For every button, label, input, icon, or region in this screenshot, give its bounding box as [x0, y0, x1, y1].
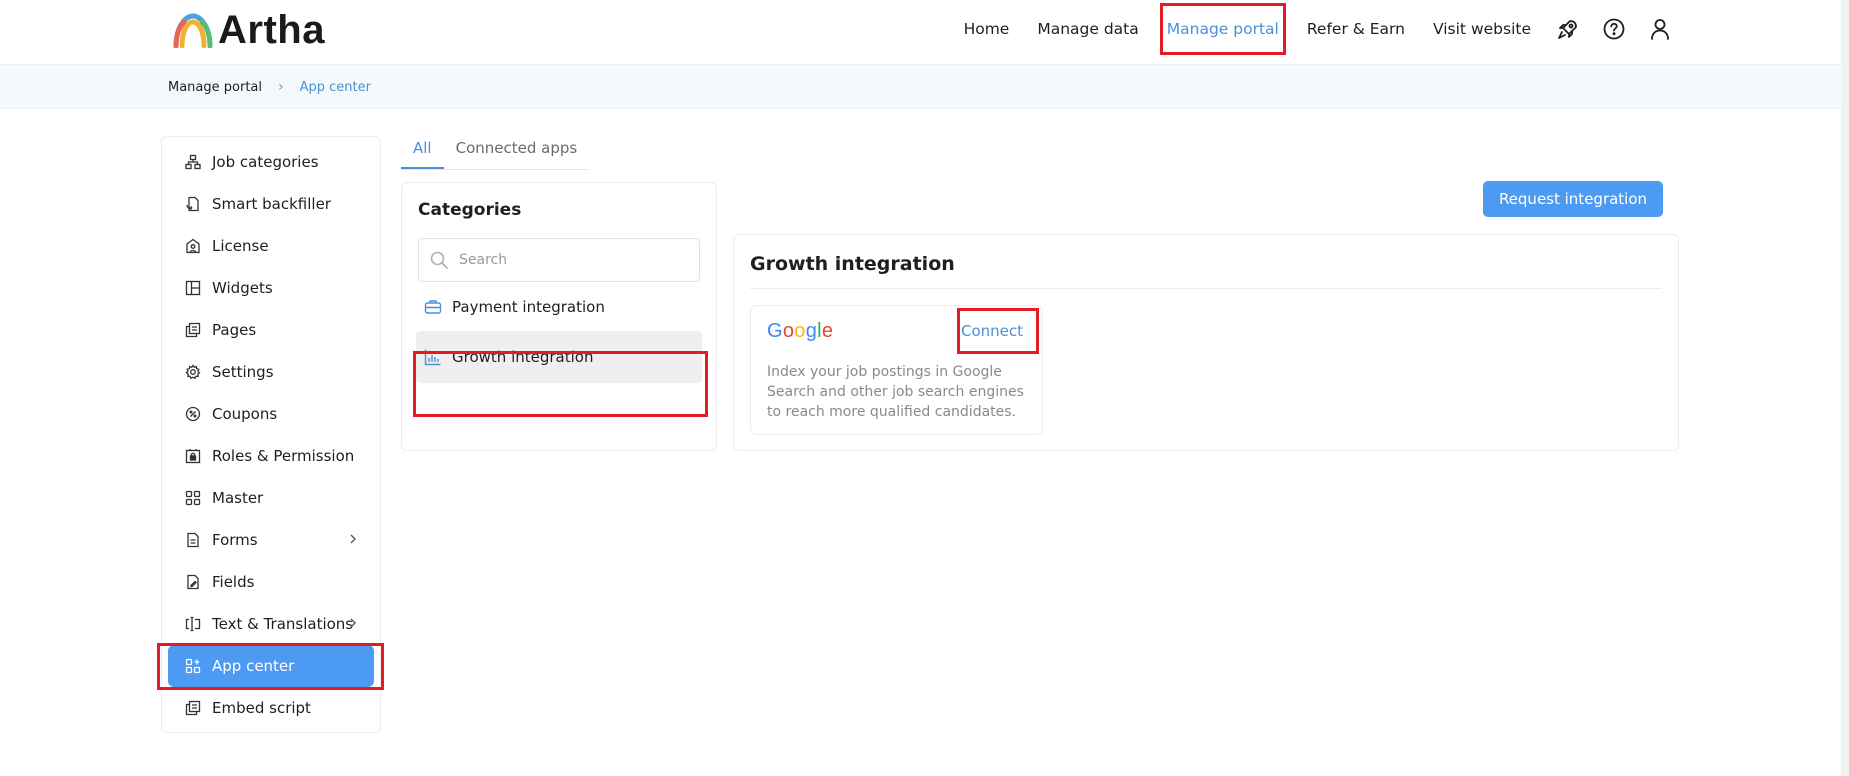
breadcrumb-bar: Manage portal › App center: [0, 64, 1849, 109]
chevron-right-icon: [350, 618, 356, 628]
google-logo: Google: [767, 320, 833, 343]
gear-icon: [184, 363, 202, 381]
divider: [750, 288, 1662, 289]
sidebar-item-text-translations[interactable]: Text & Translations: [168, 603, 374, 645]
embed-icon: [184, 699, 202, 717]
nav-refer-earn[interactable]: Refer & Earn: [1303, 12, 1409, 46]
help-icon[interactable]: [1601, 16, 1627, 42]
category-label: Growth integration: [452, 348, 594, 366]
chevron-right-icon: ›: [278, 79, 284, 95]
sidebar-item-app-center[interactable]: App center: [168, 645, 374, 687]
top-header: Artha Home Manage data Manage portal Ref…: [0, 0, 1849, 64]
sidebar-item-fields[interactable]: Fields: [168, 561, 374, 603]
sidebar-item-label: App center: [212, 657, 295, 675]
google-logo-letter: e: [821, 320, 834, 342]
google-logo-letter: G: [767, 320, 783, 342]
google-logo-letter: g: [805, 320, 818, 342]
sidebar-item-label: License: [212, 237, 269, 255]
sidebar-item-label: Widgets: [212, 279, 273, 297]
roles-icon: [184, 447, 202, 465]
app-tabs: All Connected apps: [401, 133, 590, 170]
search-icon: [430, 251, 448, 269]
sidebar: Job categories Smart backfiller License …: [161, 136, 381, 733]
fields-icon: [184, 573, 202, 591]
google-logo-letter: o: [794, 320, 806, 342]
sidebar-item-job-categories[interactable]: Job categories: [168, 141, 374, 183]
google-app-card: Google Connect Index your job postings i…: [750, 305, 1043, 435]
request-integration-button[interactable]: Request integration: [1483, 181, 1663, 217]
widgets-icon: [184, 279, 202, 297]
breadcrumb: Manage portal › App center: [168, 79, 371, 95]
page-scrollbar[interactable]: [1841, 0, 1849, 776]
tab-connected-apps[interactable]: Connected apps: [444, 133, 590, 169]
top-nav: Home Manage data Manage portal Refer & E…: [960, 0, 1673, 58]
grid-icon: [184, 489, 202, 507]
coupon-icon: [184, 405, 202, 423]
growth-integration-title: Growth integration: [750, 253, 955, 275]
breadcrumb-app-center: App center: [299, 79, 371, 95]
growth-chart-icon: [424, 348, 442, 366]
nav-manage-data[interactable]: Manage data: [1033, 12, 1142, 46]
connect-button[interactable]: Connect: [961, 322, 1023, 340]
category-search-box: [418, 238, 700, 282]
sidebar-item-label: Master: [212, 489, 264, 507]
sidebar-item-embed-script[interactable]: Embed script: [168, 687, 374, 729]
license-icon: [184, 237, 202, 255]
sidebar-item-label: Smart backfiller: [212, 195, 331, 213]
sidebar-item-label: Job categories: [212, 153, 319, 171]
sidebar-item-widgets[interactable]: Widgets: [168, 267, 374, 309]
nav-visit-website[interactable]: Visit website: [1429, 12, 1535, 46]
sidebar-item-settings[interactable]: Settings: [168, 351, 374, 393]
sidebar-item-label: Forms: [212, 531, 258, 549]
briefcase-icon: [424, 298, 442, 316]
artha-logo[interactable]: Artha: [172, 8, 325, 52]
nav-home[interactable]: Home: [960, 12, 1014, 46]
google-logo-letter: o: [782, 320, 795, 342]
breadcrumb-manage-portal[interactable]: Manage portal: [168, 80, 262, 95]
sidebar-item-label: Text & Translations: [212, 615, 354, 633]
sidebar-item-smart-backfiller[interactable]: Smart backfiller: [168, 183, 374, 225]
rocket-icon[interactable]: [1555, 16, 1581, 42]
text-cursor-icon: [184, 615, 202, 633]
sidebar-item-label: Fields: [212, 573, 255, 591]
sidebar-item-pages[interactable]: Pages: [168, 309, 374, 351]
pages-icon: [184, 321, 202, 339]
document-sync-icon: [184, 195, 202, 213]
chevron-right-icon: [350, 534, 356, 544]
growth-integration-panel: Growth integration Google Connect Index …: [733, 234, 1679, 451]
category-search-input[interactable]: [459, 252, 689, 268]
sidebar-item-license[interactable]: License: [168, 225, 374, 267]
tab-all[interactable]: All: [401, 133, 444, 169]
logo-text: Artha: [218, 7, 325, 52]
artha-logo-icon: [173, 13, 213, 48]
sidebar-item-label: Pages: [212, 321, 257, 339]
sidebar-item-label: Embed script: [212, 699, 311, 717]
categories-title: Categories: [418, 200, 522, 220]
form-icon: [184, 531, 202, 549]
nav-manage-portal[interactable]: Manage portal: [1159, 3, 1286, 55]
category-label: Payment integration: [452, 298, 605, 316]
google-app-description: Index your job postings in Google Search…: [767, 364, 1024, 420]
category-growth-integration[interactable]: Growth integration: [416, 331, 702, 383]
sidebar-item-roles-permission[interactable]: Roles & Permission: [168, 435, 374, 477]
user-icon[interactable]: [1647, 16, 1673, 42]
apps-add-icon: [184, 657, 202, 675]
sitemap-icon: [184, 153, 202, 171]
sidebar-item-master[interactable]: Master: [168, 477, 374, 519]
categories-panel: Categories Payment integration Growth in…: [401, 182, 717, 451]
sidebar-item-label: Settings: [212, 363, 274, 381]
sidebar-item-forms[interactable]: Forms: [168, 519, 374, 561]
sidebar-item-label: Roles & Permission: [212, 447, 355, 465]
category-payment-integration[interactable]: Payment integration: [416, 281, 702, 333]
sidebar-item-label: Coupons: [212, 405, 278, 423]
sidebar-item-coupons[interactable]: Coupons: [168, 393, 374, 435]
